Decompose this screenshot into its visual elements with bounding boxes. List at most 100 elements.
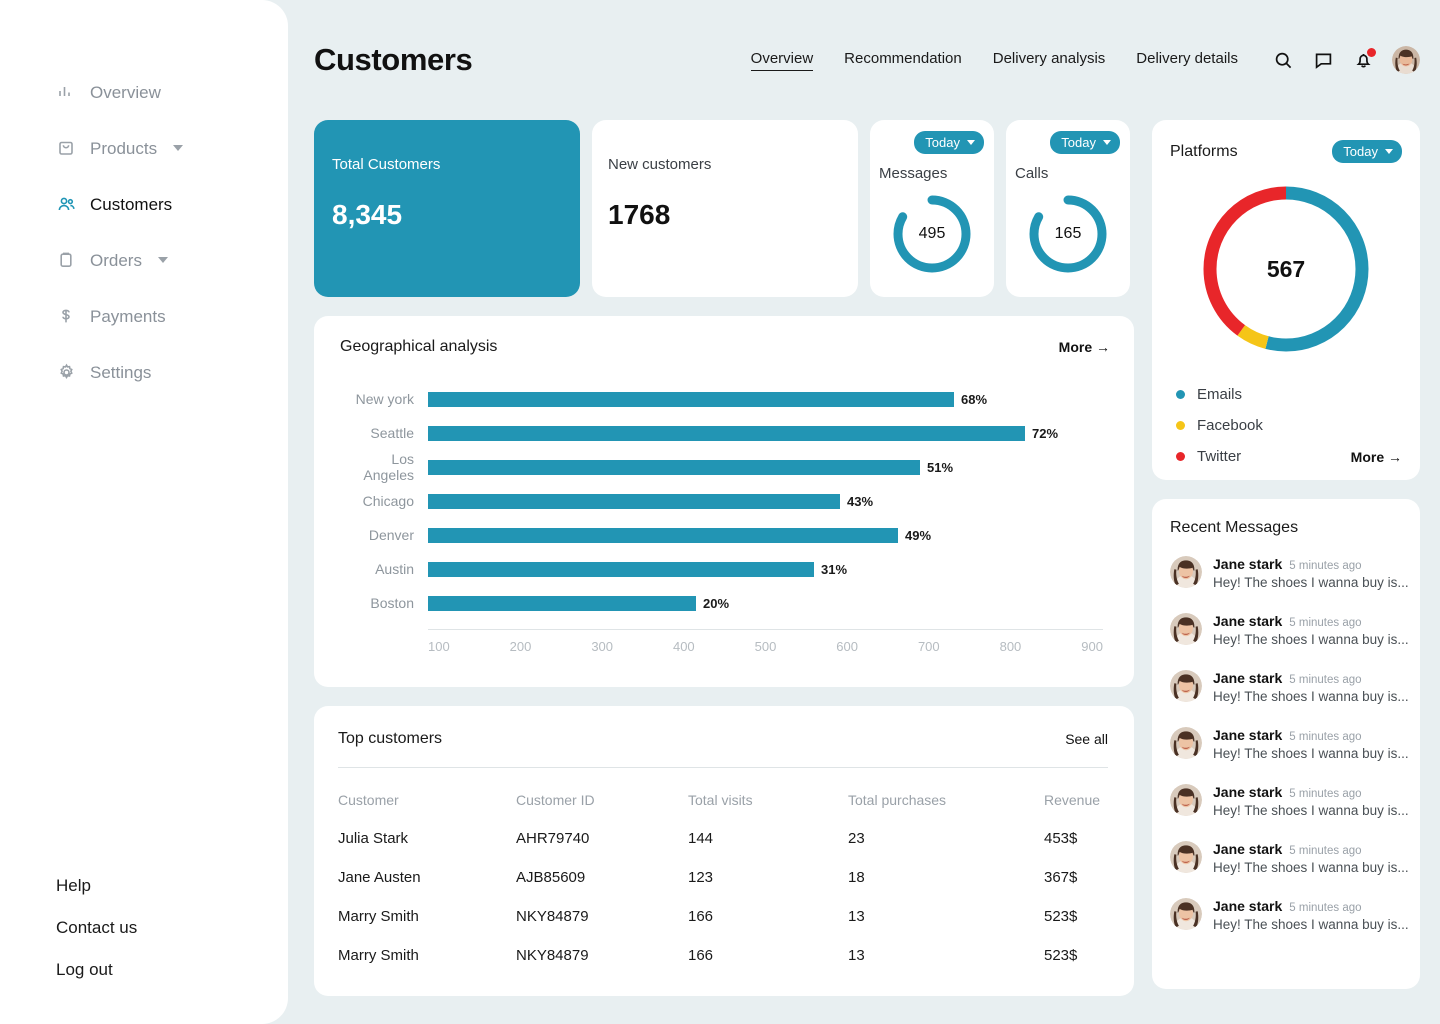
message-sender: Jane stark	[1213, 841, 1283, 857]
geo-bar-label: Boston	[370, 595, 414, 611]
message-item[interactable]: Jane stark 5 minutes ago Hey! The shoes I …	[1170, 727, 1409, 761]
table-cell: Jane Austen	[338, 869, 421, 886]
sidebar-item-overview[interactable]: Overview	[0, 72, 288, 112]
tab-recommendation[interactable]: Recommendation	[844, 50, 962, 70]
platforms-title: Platforms	[1170, 142, 1238, 160]
avatar[interactable]	[1392, 46, 1420, 74]
table-row[interactable]: Marry Smith NKY84879 166 13 523$	[338, 925, 1108, 964]
geo-bar	[428, 425, 1025, 441]
sidebar-item-products[interactable]: Products	[0, 128, 288, 168]
sidebar-item-settings[interactable]: Settings	[0, 352, 288, 392]
sidebar-item-customers[interactable]: Customers	[0, 184, 288, 224]
legend-label: Facebook	[1197, 417, 1263, 434]
geo-bar-row: Boston 20%	[340, 586, 1110, 620]
tab-delivery-analysis[interactable]: Delivery analysis	[993, 50, 1106, 70]
chat-icon[interactable]	[1312, 49, 1334, 71]
sidebar-item-label: Products	[90, 138, 158, 158]
card-calls: Today Calls 165	[1006, 120, 1130, 297]
table-column-header: Revenue	[1044, 792, 1101, 808]
table-cell: 523$	[1044, 947, 1078, 964]
message-avatar	[1170, 841, 1202, 873]
table-cell: Julia Stark	[338, 830, 409, 847]
card-total-customers: Total Customers 8,345	[314, 120, 580, 297]
bell-icon[interactable]	[1352, 48, 1376, 71]
message-timestamp: 5 minutes ago	[1289, 845, 1362, 857]
sidebar-item-payments[interactable]: Payments	[0, 296, 288, 336]
tab-bar: Overview Recommendation Delivery analysi…	[750, 50, 1238, 71]
card-platforms: Platforms Today 567 Emails Facebook Twitte…	[1152, 120, 1420, 480]
message-item[interactable]: Jane stark 5 minutes ago Hey! The shoes I …	[1170, 841, 1409, 875]
legend-dot-icon	[1176, 452, 1185, 461]
tab-overview[interactable]: Overview	[750, 50, 814, 71]
platforms-donut-chart: 567	[1198, 181, 1374, 357]
right-column: Platforms Today 567 Emails Facebook Twitte…	[1152, 120, 1420, 996]
message-timestamp: 5 minutes ago	[1289, 902, 1362, 914]
geo-bar-label: Seattle	[370, 425, 414, 441]
card-recent-messages: Recent Messages Jane stark 5 minutes ago H…	[1152, 499, 1420, 989]
platforms-period-filter[interactable]: Today	[1332, 140, 1402, 163]
table-cell: Marry Smith	[338, 908, 419, 925]
table-row[interactable]: Jane Austen AJB85609 123 18 367$	[338, 847, 1108, 886]
platforms-more-link[interactable]: More →	[1351, 449, 1402, 465]
sidebar-nav: Overview Products Customers Orders Payme…	[0, 0, 288, 392]
message-item[interactable]: Jane stark 5 minutes ago Hey! The shoes I …	[1170, 556, 1409, 590]
search-icon[interactable]	[1272, 49, 1294, 71]
geo-bar-row: Chicago 43%	[340, 484, 1110, 518]
stats-row: Total Customers 8,345 New customers 1768…	[314, 120, 1134, 297]
table-row[interactable]: Marry Smith NKY84879 166 13 523$	[338, 886, 1108, 925]
dashboard-root: Overview Products Customers Orders Payme…	[0, 0, 1440, 1024]
message-avatar	[1170, 670, 1202, 702]
contact-us-link[interactable]: Contact us	[56, 918, 137, 938]
platforms-header: Platforms Today	[1170, 140, 1402, 163]
help-link[interactable]: Help	[56, 876, 137, 896]
geo-bar-row: Denver 49%	[340, 518, 1110, 552]
geo-bar-row: Seattle 72%	[340, 416, 1110, 450]
table-cell: NKY84879	[516, 908, 589, 925]
message-item[interactable]: Jane stark 5 minutes ago Hey! The shoes I …	[1170, 670, 1409, 704]
message-item[interactable]: Jane stark 5 minutes ago Hey! The shoes I …	[1170, 898, 1409, 932]
message-preview: Hey! The shoes I wanna buy is...	[1213, 689, 1409, 704]
message-item[interactable]: Jane stark 5 minutes ago Hey! The shoes I …	[1170, 784, 1409, 818]
sidebar-item-label: Customers	[90, 194, 173, 214]
geo-bar	[428, 561, 814, 577]
card-new-customers: New customers 1768	[592, 120, 858, 297]
calls-value: 165	[1054, 225, 1082, 242]
calls-period-filter[interactable]: Today	[1050, 131, 1120, 154]
message-preview: Hey! The shoes I wanna buy is...	[1213, 575, 1409, 590]
sidebar-item-orders[interactable]: Orders	[0, 240, 288, 280]
log-out-link[interactable]: Log out	[56, 960, 137, 980]
table-row[interactable]: Julia Stark AHR79740 144 23 453$	[338, 808, 1108, 847]
geo-axis-tick: 500	[754, 639, 777, 654]
legend-label: Emails	[1197, 386, 1243, 403]
legend-dot-icon	[1176, 390, 1185, 399]
geo-bar	[428, 527, 898, 543]
sidebar-bottom-links: Help Contact us Log out	[56, 876, 137, 980]
geo-axis-tick: 900	[1081, 639, 1103, 654]
geo-bar	[428, 459, 920, 475]
total-customers-value: 8,345	[332, 199, 403, 230]
dollar-icon	[56, 306, 76, 326]
message-sender: Jane stark	[1213, 898, 1283, 914]
table-cell: 13	[848, 908, 865, 925]
platforms-total: 567	[1266, 255, 1306, 282]
platforms-legend: Emails Facebook Twitter More →	[1170, 379, 1402, 472]
left-column: Total Customers 8,345 New customers 1768…	[314, 120, 1134, 996]
legend-item-emails: Emails	[1176, 379, 1402, 410]
top-customers-table: Customer Customer ID Total visits Total pur…	[338, 768, 1108, 964]
chevron-down-icon	[157, 257, 168, 263]
table-cell: 13	[848, 947, 865, 964]
total-customers-label: Total Customers	[332, 156, 441, 173]
tab-delivery-details[interactable]: Delivery details	[1136, 50, 1238, 70]
legend-item-twitter: Twitter More →	[1176, 441, 1402, 472]
see-all-link[interactable]: See all	[1065, 731, 1108, 747]
table-cell: AHR79740	[516, 830, 590, 847]
chevron-down-icon	[1385, 149, 1393, 154]
geo-more-link[interactable]: More →	[1059, 339, 1110, 355]
geo-bar-value: 31%	[821, 561, 848, 577]
card-geographical-analysis: Geographical analysis More → New york 68%…	[314, 316, 1134, 687]
message-item[interactable]: Jane stark 5 minutes ago Hey! The shoes I …	[1170, 613, 1409, 647]
message-timestamp: 5 minutes ago	[1289, 788, 1362, 800]
message-sender: Jane stark	[1213, 556, 1283, 572]
geo-bar-value: 43%	[847, 493, 874, 509]
messages-period-filter[interactable]: Today	[914, 131, 984, 154]
